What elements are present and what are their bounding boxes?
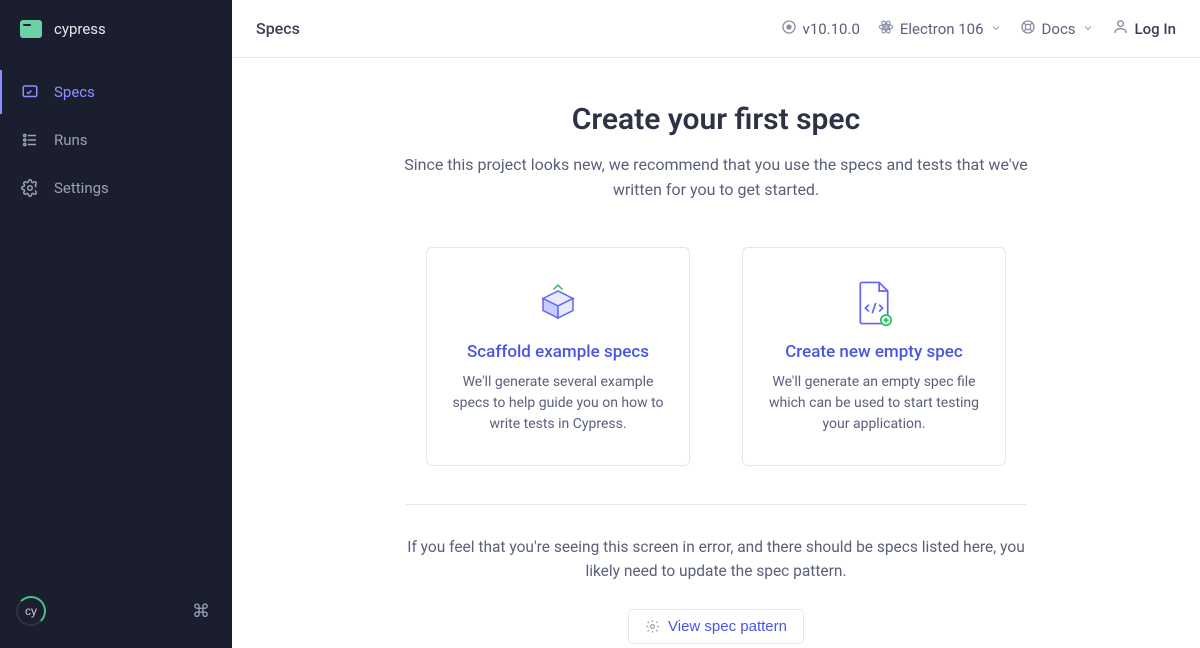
settings-icon bbox=[20, 178, 40, 198]
runs-icon bbox=[20, 130, 40, 150]
sidebar-item-specs[interactable]: Specs bbox=[8, 70, 224, 114]
version-text: v10.10.0 bbox=[803, 20, 860, 38]
sidebar-item-label: Specs bbox=[54, 83, 95, 101]
view-spec-pattern-button[interactable]: View spec pattern bbox=[628, 609, 804, 644]
content-area: Create your first spec Since this projec… bbox=[232, 58, 1200, 648]
spec-cards: Scaffold example specs We'll generate se… bbox=[272, 247, 1160, 466]
heading: Create your first spec bbox=[272, 102, 1160, 137]
box-icon bbox=[447, 278, 669, 328]
docs-text: Docs bbox=[1042, 20, 1076, 38]
browser-text: Electron 106 bbox=[900, 20, 984, 38]
card-title: Scaffold example specs bbox=[447, 342, 669, 362]
keyboard-shortcuts-icon[interactable]: ⌘ bbox=[192, 601, 210, 622]
docs-link[interactable]: Docs bbox=[1020, 19, 1094, 39]
project-icon bbox=[20, 20, 42, 38]
error-hint-text: If you feel that you're seeing this scre… bbox=[396, 535, 1036, 583]
file-code-icon bbox=[763, 278, 985, 328]
browser-selector[interactable]: Electron 106 bbox=[878, 19, 1002, 39]
main-panel: Specs v10.10.0 Electron 106 Docs bbox=[232, 0, 1200, 648]
sidebar-footer: cy ⌘ bbox=[0, 580, 232, 648]
gear-icon bbox=[645, 619, 660, 634]
topbar: Specs v10.10.0 Electron 106 Docs bbox=[232, 0, 1200, 58]
sidebar-nav: Specs Runs Settings bbox=[0, 58, 232, 210]
user-icon bbox=[1112, 18, 1129, 39]
card-scaffold-examples[interactable]: Scaffold example specs We'll generate se… bbox=[426, 247, 690, 466]
chevron-down-icon bbox=[990, 20, 1002, 38]
card-title: Create new empty spec bbox=[763, 342, 985, 362]
subheading: Since this project looks new, we recomme… bbox=[396, 153, 1036, 203]
version-indicator[interactable]: v10.10.0 bbox=[781, 19, 860, 39]
lifering-icon bbox=[1020, 19, 1036, 39]
card-new-empty-spec[interactable]: Create new empty spec We'll generate an … bbox=[742, 247, 1006, 466]
cypress-badge[interactable]: cy bbox=[16, 596, 46, 626]
specs-icon bbox=[20, 82, 40, 102]
electron-icon bbox=[878, 19, 894, 39]
sidebar-item-label: Runs bbox=[54, 131, 88, 149]
sidebar-item-runs[interactable]: Runs bbox=[8, 118, 224, 162]
record-icon bbox=[781, 19, 797, 39]
section-divider bbox=[406, 504, 1026, 505]
card-desc: We'll generate several example specs to … bbox=[447, 372, 669, 435]
sidebar: cypress Specs Runs Settings cy ⌘ bbox=[0, 0, 232, 648]
login-text: Log In bbox=[1135, 20, 1176, 38]
sidebar-item-settings[interactable]: Settings bbox=[8, 166, 224, 210]
login-button[interactable]: Log In bbox=[1112, 18, 1176, 39]
view-spec-pattern-label: View spec pattern bbox=[668, 618, 787, 635]
page-title: Specs bbox=[256, 19, 300, 38]
project-switcher[interactable]: cypress bbox=[0, 0, 232, 58]
sidebar-item-label: Settings bbox=[54, 179, 109, 197]
project-name: cypress bbox=[54, 20, 106, 38]
card-desc: We'll generate an empty spec file which … bbox=[763, 372, 985, 435]
chevron-down-icon bbox=[1082, 20, 1094, 38]
